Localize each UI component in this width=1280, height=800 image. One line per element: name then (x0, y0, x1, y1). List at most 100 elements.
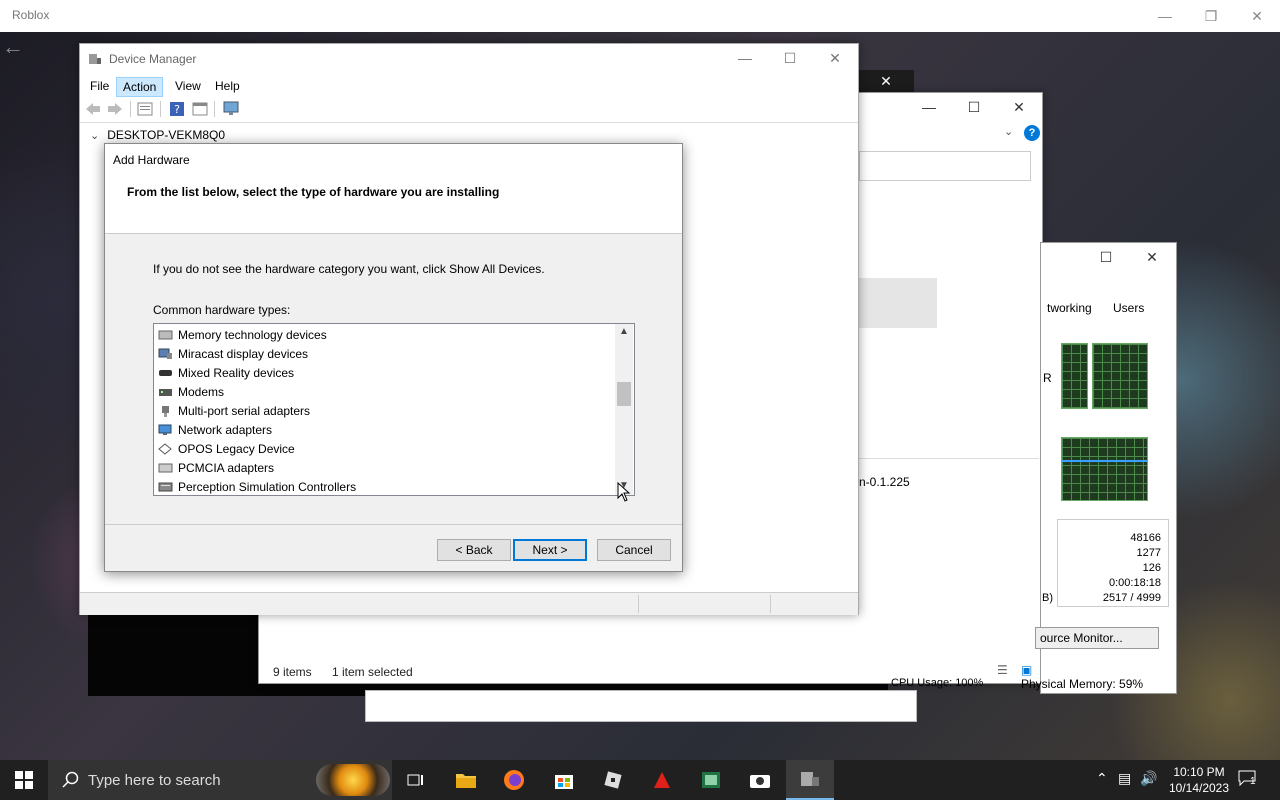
stat-handles: 48166 (1130, 532, 1161, 544)
close-icon: ✕ (1146, 248, 1158, 265)
stat-uptime: 0:00:18:18 (1109, 577, 1161, 589)
cancel-button[interactable]: Cancel (597, 539, 671, 561)
dialog-header: Add Hardware From the list below, select… (105, 144, 682, 234)
task-manager-stats: 48166 1277 126 0:00:18:18 B) 2517 / 4999 (1042, 519, 1169, 607)
scrollbar-thumb[interactable] (617, 382, 631, 406)
back-arrow-icon[interactable]: ← (2, 34, 24, 60)
stat-threads: 1277 (1136, 547, 1161, 559)
list-item[interactable]: Perception Simulation Controllers (158, 477, 356, 495)
menu-action[interactable]: Action (116, 77, 164, 97)
view-icon[interactable] (191, 100, 209, 118)
task-view-icon (407, 774, 423, 786)
list-item[interactable]: Network adapters (158, 420, 272, 439)
close-button[interactable]: ✕ (1234, 0, 1280, 32)
list-item[interactable]: PCMCIA adapters (158, 458, 274, 477)
list-item[interactable]: Mixed Reality devices (158, 363, 294, 382)
taskbar-search-box[interactable]: Type here to search (48, 760, 392, 800)
explorer-search-input[interactable] (859, 151, 1031, 181)
list-item-label: Memory technology devices (178, 327, 327, 342)
roblox-titlebar: Roblox — ❐ ✕ (0, 0, 1280, 32)
store-button[interactable] (540, 760, 588, 800)
close-icon: ✕ (1013, 98, 1025, 115)
tab-networking[interactable]: tworking (1047, 301, 1092, 321)
task-view-button[interactable] (392, 760, 440, 800)
list-item[interactable]: OPOS Legacy Device (158, 439, 295, 458)
firefox-button[interactable] (490, 760, 538, 800)
memory-graph (1061, 437, 1148, 501)
list-item-label: Multi-port serial adapters (178, 403, 311, 418)
menu-view[interactable]: View (169, 77, 207, 95)
maximize-button[interactable]: ☐ (767, 44, 813, 72)
roblox-button[interactable] (589, 760, 637, 800)
maximize-icon: ☐ (783, 49, 797, 66)
tab-users[interactable]: Users (1113, 301, 1144, 321)
clock-date: 10/14/2023 (1168, 781, 1230, 795)
scan-hardware-icon[interactable] (222, 100, 240, 118)
stat-processes: 126 (1142, 562, 1161, 574)
menu-help[interactable]: Help (209, 77, 246, 95)
list-item[interactable]: Multi-port serial adapters (158, 401, 310, 420)
device-tree-root[interactable]: ⌄ DESKTOP-VEKM8Q0 (90, 128, 225, 142)
properties-icon[interactable] (136, 100, 154, 118)
explorer-version-text: n-0.1.225 (859, 475, 910, 489)
list-item[interactable]: Miracast display devices (158, 344, 308, 363)
start-button[interactable] (0, 760, 48, 800)
background-close-button[interactable]: ✕ (858, 70, 914, 92)
help-icon[interactable]: ? (1024, 125, 1040, 141)
network-icon[interactable]: ▤ (1118, 770, 1131, 787)
chevron-down-icon[interactable]: ⌄ (1004, 125, 1013, 138)
menu-file[interactable]: File (84, 77, 115, 95)
window-title: Device Manager (109, 52, 197, 66)
camera-button[interactable] (736, 760, 784, 800)
chevron-up-icon[interactable]: ⌃ (1096, 770, 1108, 787)
close-button[interactable]: ✕ (996, 93, 1042, 121)
hardware-type-list[interactable]: Memory technology devices Miracast displ… (153, 323, 635, 496)
list-item-label: Network adapters (178, 422, 273, 437)
list-item[interactable]: Memory technology devices (158, 325, 327, 344)
list-item[interactable]: Modems (158, 382, 224, 401)
stat-unit: B) (1042, 592, 1053, 604)
toolbar: ? (80, 96, 858, 123)
file-explorer-button[interactable] (442, 760, 490, 800)
restore-button[interactable]: ❐ (1188, 0, 1234, 32)
background-window-strip (365, 690, 917, 722)
serial-adapter-icon (162, 405, 169, 417)
camera-icon (750, 775, 770, 788)
device-manager-icon (801, 772, 819, 786)
list-scrollbar[interactable]: ▲ ▼ (615, 324, 633, 495)
resource-monitor-button[interactable]: ource Monitor... (1035, 627, 1159, 649)
help-icon[interactable]: ? (168, 100, 186, 118)
forward-icon[interactable] (106, 100, 124, 118)
memory-device-icon (158, 330, 173, 339)
back-icon[interactable] (84, 100, 102, 118)
list-item-label: OPOS Legacy Device (178, 441, 295, 456)
list-item-label: PCMCIA adapters (178, 460, 275, 475)
volume-icon[interactable]: 🔊 (1140, 770, 1157, 787)
task-manager-window: ☐ ✕ tworking Users R 48166 1277 126 0:00… (891, 242, 1177, 694)
back-button[interactable]: < Back (437, 539, 511, 561)
clock[interactable]: 10:10 PM 10/14/2023 (1164, 764, 1234, 796)
minimize-button[interactable]: — (1142, 0, 1188, 32)
maximize-button[interactable]: ☐ (951, 93, 997, 121)
restore-icon: ❐ (1204, 7, 1218, 24)
minimize-icon: — (1158, 8, 1172, 24)
next-button[interactable]: Next > (513, 539, 587, 561)
notification-button[interactable]: 1 (1238, 770, 1258, 788)
scroll-up-icon[interactable]: ▲ (619, 326, 629, 337)
chevron-down-icon[interactable]: ⌄ (90, 129, 99, 142)
close-icon: ✕ (880, 72, 892, 89)
computer-name: DESKTOP-VEKM8Q0 (107, 128, 226, 142)
minimize-button[interactable]: — (722, 44, 768, 72)
adobe-button[interactable] (638, 760, 686, 800)
close-button[interactable]: ✕ (812, 44, 858, 72)
close-button[interactable]: ✕ (1129, 243, 1175, 271)
minimize-icon: — (738, 50, 752, 66)
device-manager-taskbar-button[interactable] (786, 760, 834, 800)
minimize-button[interactable]: — (906, 93, 952, 121)
svg-text:?: ? (174, 103, 180, 116)
excel-button[interactable] (687, 760, 735, 800)
roblox-icon (604, 771, 622, 789)
dialog-heading: From the list below, select the type of … (127, 185, 500, 199)
maximize-button[interactable]: ☐ (1083, 243, 1129, 271)
network-adapter-icon (158, 424, 172, 435)
